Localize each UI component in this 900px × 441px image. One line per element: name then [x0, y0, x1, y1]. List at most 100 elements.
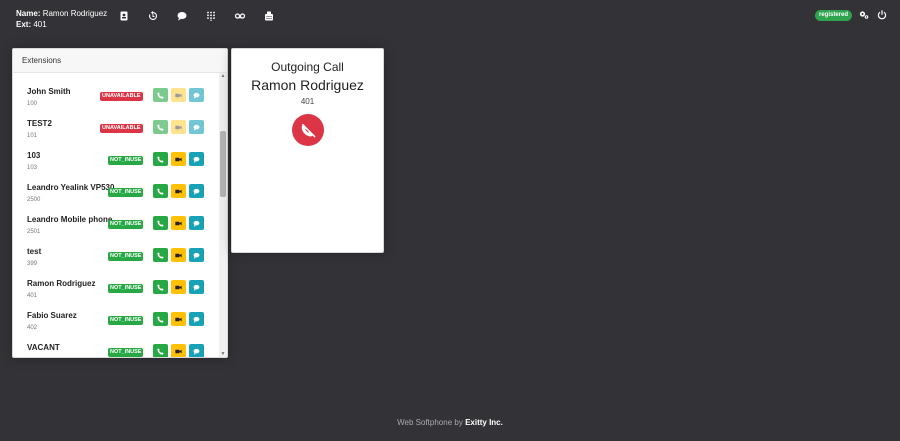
- chat-icon[interactable]: [176, 10, 188, 22]
- name-label: Name:: [16, 9, 41, 18]
- user-name: Ramon Rodriguez: [42, 9, 108, 18]
- status-badge: NOT_INUSE: [108, 188, 144, 197]
- phone-icon: [157, 219, 164, 227]
- phone-icon: [157, 123, 164, 131]
- phone-icon: [157, 283, 164, 291]
- video-icon: [175, 253, 182, 257]
- footer-prefix: Web Softphone by: [397, 418, 463, 427]
- fax-icon[interactable]: [263, 10, 275, 22]
- user-info: Name: Ramon Rodriguez Ext: 401: [16, 8, 107, 30]
- list-item: 103 103 NOT_INUSE: [13, 137, 219, 171]
- settings-icon[interactable]: [858, 9, 870, 21]
- scroll-up-arrow-icon[interactable]: ▲: [219, 73, 227, 79]
- video-icon: [175, 93, 182, 97]
- video-call-button[interactable]: [171, 152, 186, 166]
- extension-name: Leandro Mobile phone: [27, 215, 113, 224]
- video-icon: [175, 189, 182, 193]
- phone-icon: [157, 347, 164, 355]
- phone-icon: [157, 155, 164, 163]
- chat-icon: [193, 156, 200, 163]
- user-ext: 401: [33, 20, 47, 29]
- contacts-icon[interactable]: [118, 10, 130, 22]
- call-button[interactable]: [153, 248, 168, 262]
- call-button[interactable]: [153, 312, 168, 326]
- history-icon[interactable]: [147, 10, 159, 22]
- power-icon[interactable]: [876, 9, 888, 21]
- chat-icon: [193, 188, 200, 195]
- extensions-list: John Smith 100 UNAVAILABLE TEST2 101 UNA…: [13, 73, 219, 357]
- status-badge: NOT_INUSE: [108, 252, 144, 261]
- call-button[interactable]: [153, 344, 168, 357]
- scroll-down-arrow-icon[interactable]: ▼: [219, 351, 227, 357]
- extension-name: Fabio Suarez: [27, 311, 77, 320]
- chat-icon: [193, 316, 200, 323]
- chat-button[interactable]: [189, 88, 204, 102]
- callee-name: Ramon Rodriguez: [251, 77, 364, 93]
- chat-icon: [193, 92, 200, 99]
- call-title: Outgoing Call: [271, 60, 344, 74]
- extension-name: Ramon Rodriguez: [27, 279, 96, 288]
- right-tools: registered: [814, 9, 888, 21]
- video-call-button[interactable]: [171, 280, 186, 294]
- video-icon: [175, 221, 182, 225]
- chat-button[interactable]: [189, 152, 204, 166]
- chat-button[interactable]: [189, 120, 204, 134]
- call-button[interactable]: [153, 184, 168, 198]
- status-badge: NOT_INUSE: [108, 284, 144, 293]
- status-badge: NOT_INUSE: [108, 220, 144, 229]
- extension-name: TEST2: [27, 119, 52, 128]
- chat-button[interactable]: [189, 312, 204, 326]
- video-call-button[interactable]: [171, 120, 186, 134]
- chat-icon: [193, 220, 200, 227]
- video-call-button[interactable]: [171, 344, 186, 357]
- video-call-button[interactable]: [171, 88, 186, 102]
- extension-name: John Smith: [27, 87, 71, 96]
- footer-brand: Exitty Inc.: [465, 418, 503, 427]
- call-button[interactable]: [153, 280, 168, 294]
- extensions-panel: Extensions John Smith 100 UNAVAILABLE TE…: [12, 48, 228, 358]
- chat-icon: [193, 252, 200, 259]
- chat-icon: [193, 348, 200, 355]
- status-badge: NOT_INUSE: [108, 316, 144, 325]
- call-button[interactable]: [153, 216, 168, 230]
- footer: Web Softphone by Exitty Inc.: [0, 418, 900, 427]
- call-button[interactable]: [153, 152, 168, 166]
- extensions-title: Extensions: [13, 49, 227, 73]
- list-item: John Smith 100 UNAVAILABLE: [13, 73, 219, 107]
- nav-icons: [118, 10, 275, 22]
- list-item: Leandro Yealink VP530 2500 NOT_INUSE: [13, 169, 219, 203]
- video-icon: [175, 317, 182, 321]
- ext-label: Ext:: [16, 20, 32, 29]
- dialpad-icon[interactable]: [205, 10, 217, 22]
- video-call-button[interactable]: [171, 184, 186, 198]
- video-icon: [175, 157, 182, 161]
- chat-icon: [193, 124, 200, 131]
- status-badge: UNAVAILABLE: [100, 124, 143, 133]
- list-item: Leandro Mobile phone 2501 NOT_INUSE: [13, 201, 219, 235]
- call-button[interactable]: [153, 88, 168, 102]
- list-item: test 399 NOT_INUSE: [13, 233, 219, 267]
- video-call-button[interactable]: [171, 248, 186, 262]
- video-call-button[interactable]: [171, 216, 186, 230]
- outgoing-call-panel: Outgoing Call Ramon Rodriguez 401: [231, 48, 384, 253]
- extension-name: 103: [27, 151, 41, 160]
- chat-button[interactable]: [189, 216, 204, 230]
- chat-button[interactable]: [189, 184, 204, 198]
- phone-hangup-icon: [301, 123, 316, 138]
- status-badge: UNAVAILABLE: [100, 92, 143, 101]
- hangup-button[interactable]: [291, 114, 324, 146]
- status-badge: NOT_INUSE: [108, 348, 144, 357]
- video-call-button[interactable]: [171, 312, 186, 326]
- call-button[interactable]: [153, 120, 168, 134]
- scroll-thumb[interactable]: [220, 131, 226, 197]
- status-badge: NOT_INUSE: [108, 156, 144, 165]
- voicemail-icon[interactable]: [234, 10, 246, 22]
- phone-icon: [157, 187, 164, 195]
- chat-button[interactable]: [189, 280, 204, 294]
- extension-name: test: [27, 247, 42, 256]
- registration-status-badge: registered: [814, 9, 852, 21]
- chat-button[interactable]: [189, 344, 204, 357]
- chat-button[interactable]: [189, 248, 204, 262]
- top-bar: Name: Ramon Rodriguez Ext: 401 registere…: [0, 0, 900, 40]
- extensions-scrollbar[interactable]: ▲ ▼: [219, 73, 227, 357]
